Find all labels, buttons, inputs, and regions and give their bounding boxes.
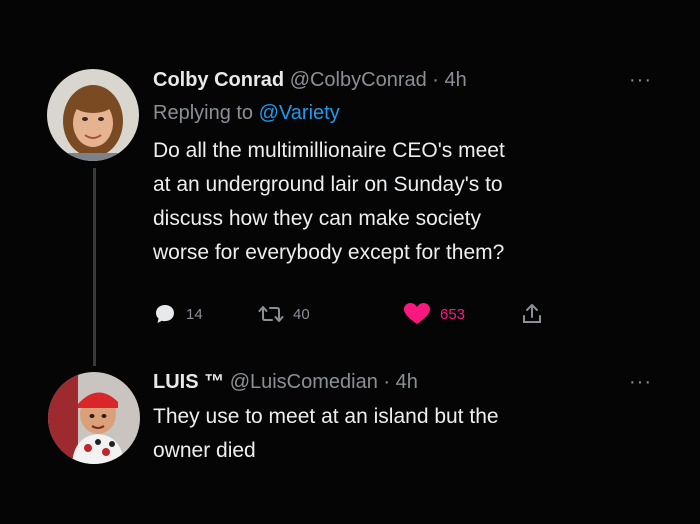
tweet-main[interactable]: Colby Conrad @ColbyConrad · 4h ··· Reply… [153, 66, 660, 270]
replying-to: Replying to @Variety [153, 98, 660, 128]
display-name[interactable]: LUIS ™ [153, 371, 224, 393]
avatar-colby-conrad[interactable] [47, 69, 139, 161]
more-options-icon[interactable]: ··· [629, 368, 652, 396]
tweet-reply[interactable]: LUIS ™ @LuisComedian · 4h ··· They use t… [153, 368, 660, 468]
thread-connector-line [93, 168, 96, 366]
like-button[interactable]: 653 [403, 300, 465, 328]
reply-count: 14 [186, 305, 203, 323]
display-name[interactable]: Colby Conrad [153, 69, 284, 91]
retweet-button[interactable]: 40 [258, 300, 310, 328]
reply-button[interactable]: 14 [153, 300, 203, 328]
avatar-luis[interactable] [48, 372, 140, 464]
share-button[interactable] [521, 300, 543, 328]
separator-dot: · [432, 69, 439, 91]
retweet-count: 40 [293, 305, 310, 323]
tweet-thread: Colby Conrad @ColbyConrad · 4h ··· Reply… [0, 0, 700, 524]
replying-mention-link[interactable]: @Variety [259, 102, 340, 124]
heart-icon [403, 302, 431, 326]
like-count: 653 [440, 305, 466, 323]
tweet-action-bar: 14 40 653 [153, 300, 573, 328]
replying-prefix: Replying to [153, 102, 254, 124]
tweet-text: Do all the multimillionaire CEO's meet a… [153, 139, 505, 264]
tweet-text: They use to meet at an island but the ow… [153, 405, 499, 462]
retweet-arrows-icon [258, 302, 284, 326]
timestamp[interactable]: 4h [396, 371, 418, 393]
share-upload-icon [521, 302, 543, 326]
speech-bubble-icon [153, 302, 177, 326]
tweet-header: Colby Conrad @ColbyConrad · 4h ··· [153, 66, 660, 94]
user-handle[interactable]: @LuisComedian [230, 371, 378, 393]
user-handle[interactable]: @ColbyConrad [290, 69, 427, 91]
more-options-icon[interactable]: ··· [629, 66, 652, 94]
tweet-header: LUIS ™ @LuisComedian · 4h ··· [153, 368, 660, 396]
separator-dot: · [383, 371, 391, 393]
timestamp[interactable]: 4h [445, 69, 467, 91]
